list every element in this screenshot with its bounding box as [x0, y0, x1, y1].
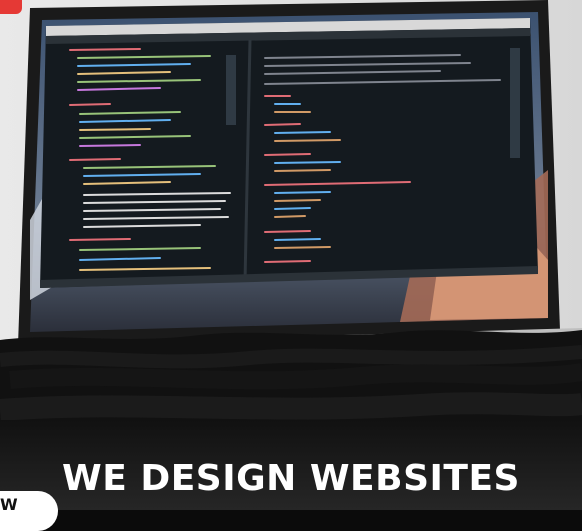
accent-red-mark — [0, 0, 22, 14]
badge-pill-text: W — [0, 495, 18, 514]
laptop-photo — [0, 0, 582, 510]
badge-pill: W — [0, 491, 58, 531]
brush-stroke — [0, 392, 582, 421]
headline: WE DESIGN WEBSITES — [62, 458, 520, 499]
minimap-right — [510, 48, 520, 158]
brush-stroke — [9, 363, 582, 390]
brush-stroke — [0, 345, 582, 369]
minimap-left — [226, 55, 236, 125]
